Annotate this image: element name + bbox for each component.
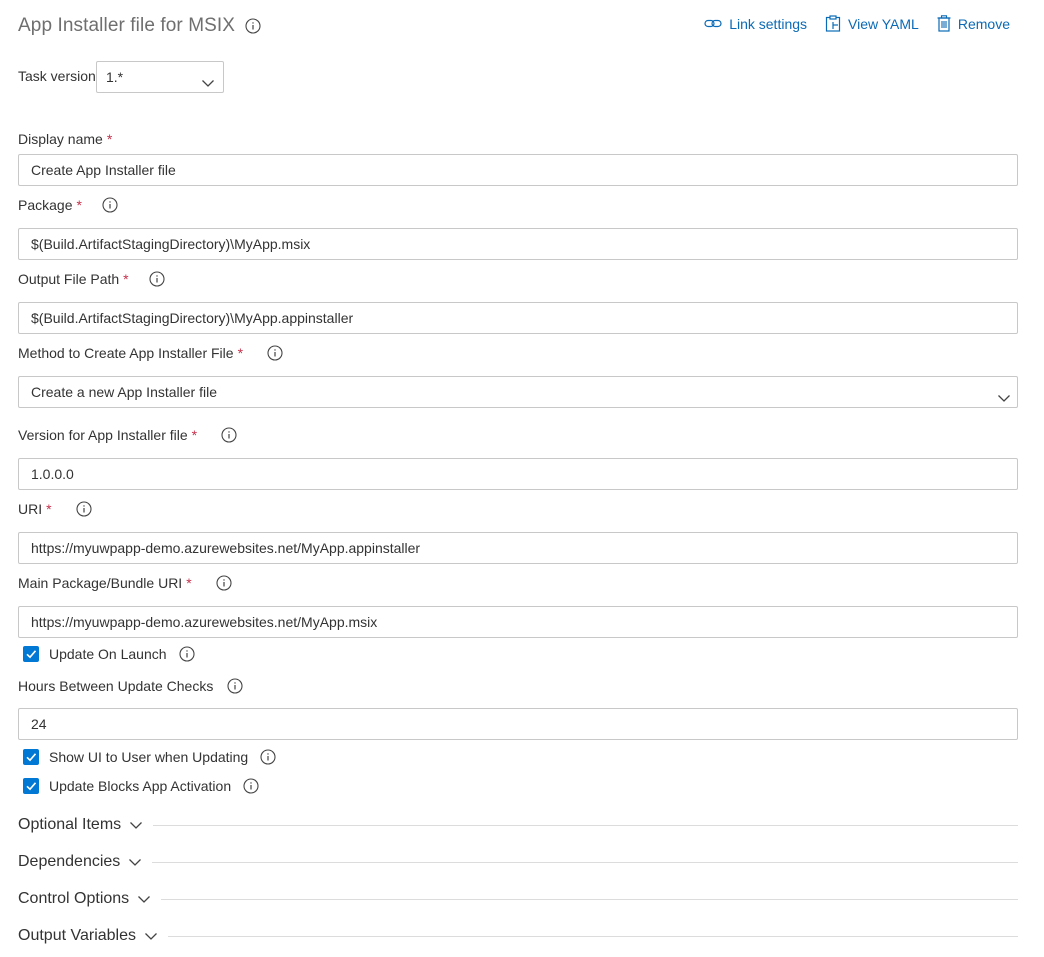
chevron-down-icon — [201, 70, 215, 100]
page-title-text: App Installer file for MSIX — [18, 15, 236, 36]
required-marker: * — [237, 345, 244, 361]
required-marker: * — [123, 271, 129, 287]
section-dependencies-label: Dependencies — [18, 853, 121, 870]
info-icon[interactable] — [245, 18, 261, 34]
section-output-variables[interactable]: Output Variables — [18, 927, 1018, 945]
hours-input[interactable]: 24 — [18, 708, 1018, 740]
method-label-row: Method to Create App Installer File * — [18, 345, 283, 361]
show-ui-label: Show UI to User when Updating — [49, 749, 249, 765]
display-name-input[interactable]: Create App Installer file — [18, 154, 1018, 186]
chevron-down-icon — [138, 896, 151, 903]
required-marker: * — [106, 131, 113, 147]
update-blocks-label: Update Blocks App Activation — [49, 778, 232, 794]
package-label: Package — [18, 197, 73, 213]
show-ui-checkbox[interactable] — [23, 749, 39, 765]
info-icon[interactable] — [260, 749, 276, 765]
main-package-uri-label: Main Package/Bundle URI — [18, 575, 183, 591]
uri-label: URI — [18, 501, 43, 517]
section-control-options[interactable]: Control Options — [18, 890, 1018, 908]
package-input[interactable]: $(Build.ArtifactStagingDirectory)\MyApp.… — [18, 228, 1018, 260]
chevron-down-icon — [145, 933, 157, 940]
update-blocks-checkbox[interactable] — [23, 778, 39, 794]
version-label: Version for App Installer file — [18, 427, 188, 443]
remove-button[interactable]: Remove — [937, 15, 1010, 32]
section-divider — [161, 898, 1018, 900]
method-select[interactable]: Create a new App Installer file — [18, 376, 1018, 408]
show-ui-checkbox-row: Show UI to User when Updating — [23, 749, 276, 765]
method-value: Create a new App Installer file — [31, 384, 217, 400]
update-on-launch-checkbox-row: Update On Launch — [23, 646, 195, 662]
checkmark-icon — [26, 753, 37, 762]
update-on-launch-checkbox[interactable] — [23, 646, 39, 662]
info-icon[interactable] — [149, 271, 165, 287]
version-label-row: Version for App Installer file * — [18, 427, 237, 443]
task-version-select[interactable]: 1.* — [96, 61, 224, 93]
output-file-path-input[interactable]: $(Build.ArtifactStagingDirectory)\MyApp.… — [18, 302, 1018, 334]
section-optional-items-label: Optional Items — [18, 816, 122, 833]
output-file-path-label: Output File Path — [18, 271, 120, 287]
section-control-options-label: Control Options — [18, 890, 130, 907]
required-marker: * — [76, 197, 82, 213]
required-marker: * — [191, 427, 198, 443]
task-version-label: Task version — [18, 68, 96, 84]
info-icon[interactable] — [267, 345, 283, 361]
uri-input[interactable]: https://myuwpapp-demo.azurewebsites.net/… — [18, 532, 1018, 564]
checkmark-icon — [26, 650, 37, 659]
display-name-label-row: Display name * — [18, 131, 112, 147]
output-file-path-label-row: Output File Path * — [18, 271, 165, 287]
chevron-down-icon — [997, 385, 1011, 407]
required-marker: * — [46, 501, 52, 517]
view-yaml-label: View YAML — [848, 15, 919, 32]
method-label: Method to Create App Installer File — [18, 345, 234, 361]
section-optional-items[interactable]: Optional Items — [18, 816, 1018, 834]
page-title: App Installer file for MSIX — [18, 15, 261, 37]
package-label-row: Package * — [18, 197, 118, 213]
required-marker: * — [186, 575, 192, 591]
section-divider — [152, 861, 1018, 863]
hours-label-row: Hours Between Update Checks — [18, 678, 243, 694]
display-name-label: Display name — [18, 131, 103, 147]
info-icon[interactable] — [243, 778, 259, 794]
link-icon — [704, 17, 722, 31]
info-icon[interactable] — [227, 678, 243, 694]
checkmark-icon — [26, 782, 37, 791]
hours-label: Hours Between Update Checks — [18, 678, 214, 694]
info-icon[interactable] — [178, 646, 195, 662]
info-icon[interactable] — [216, 575, 232, 591]
main-package-uri-input[interactable]: https://myuwpapp-demo.azurewebsites.net/… — [18, 606, 1018, 638]
view-yaml-button[interactable]: View YAML — [825, 15, 919, 32]
version-input[interactable]: 1.0.0.0 — [18, 458, 1018, 490]
info-icon[interactable] — [76, 501, 92, 517]
section-output-variables-label: Output Variables — [18, 927, 136, 944]
section-divider — [168, 935, 1018, 937]
main-package-uri-label-row: Main Package/Bundle URI * — [18, 575, 232, 591]
task-version-value: 1.* — [106, 69, 124, 85]
update-on-launch-label: Update On Launch — [49, 646, 167, 662]
chevron-down-icon — [130, 822, 143, 829]
remove-label: Remove — [957, 15, 1010, 32]
uri-label-row: URI * — [18, 501, 92, 517]
update-blocks-checkbox-row: Update Blocks App Activation — [23, 778, 259, 794]
clipboard-icon — [825, 15, 841, 32]
section-divider — [153, 824, 1018, 826]
link-settings-label: Link settings — [729, 15, 808, 32]
link-settings-button[interactable]: Link settings — [704, 15, 807, 32]
info-icon[interactable] — [221, 427, 237, 443]
chevron-down-icon — [129, 859, 142, 866]
section-dependencies[interactable]: Dependencies — [18, 853, 1018, 871]
trash-icon — [937, 15, 951, 32]
info-icon[interactable] — [102, 197, 118, 213]
header-actions: Link settings View YAML Remove — [704, 15, 1010, 32]
